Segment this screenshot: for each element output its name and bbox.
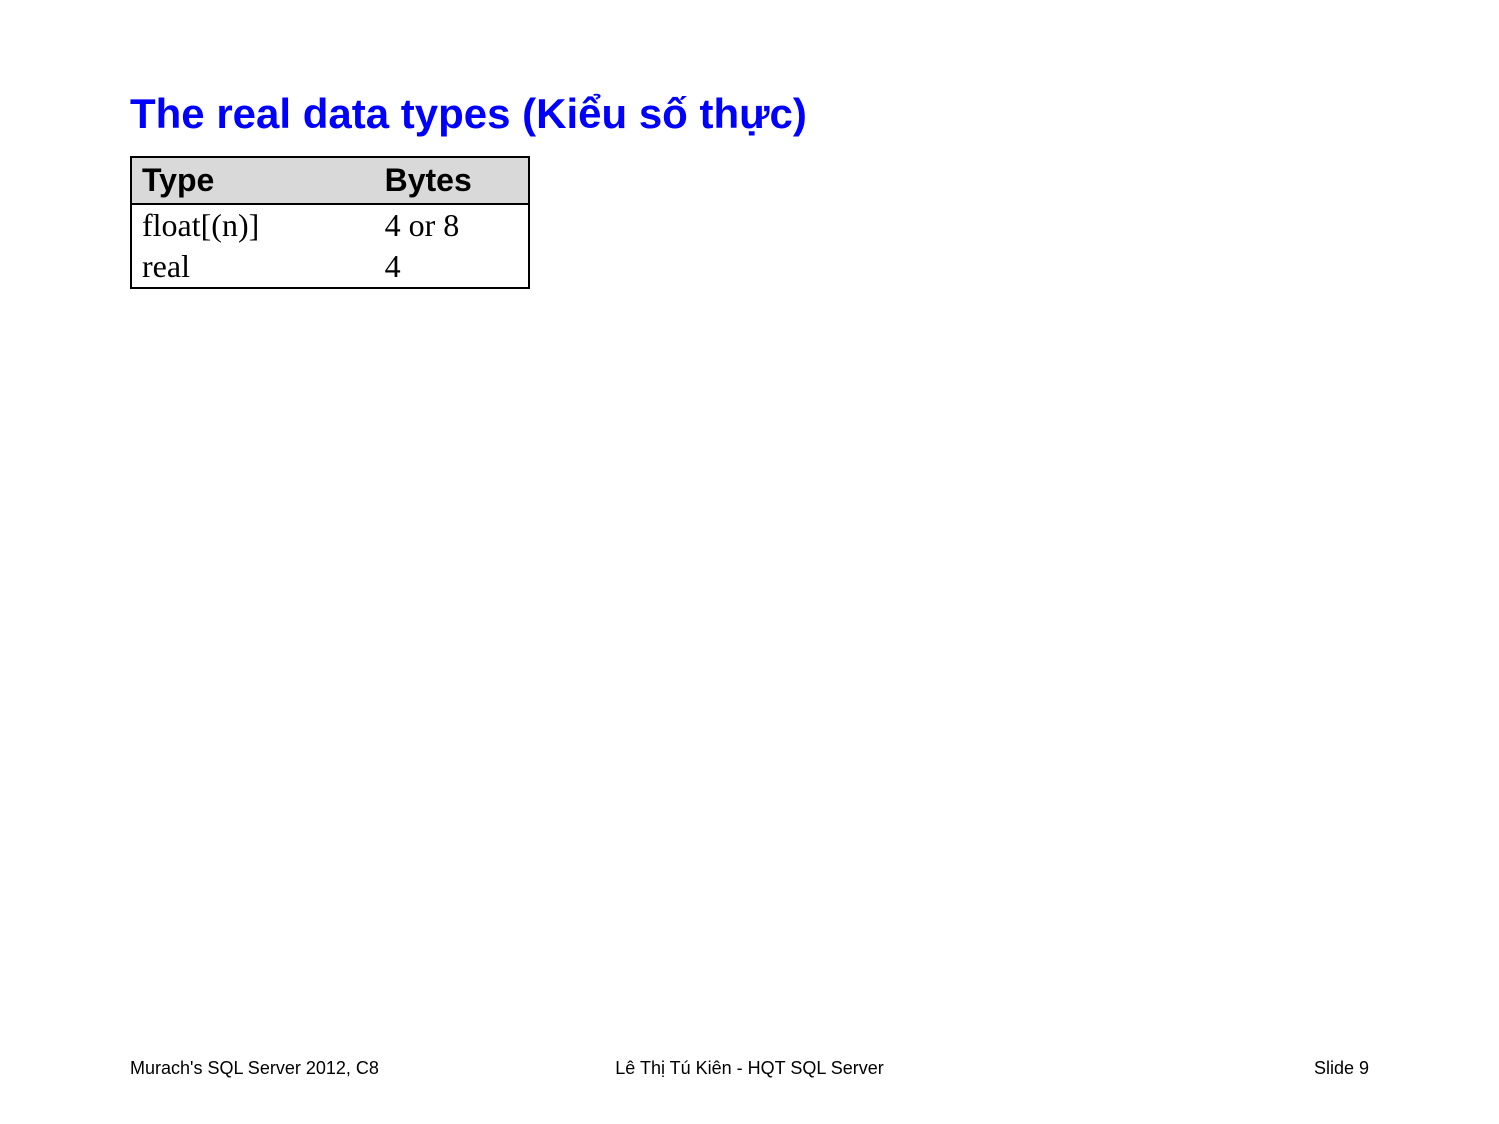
footer-center: Lê Thị Tú Kiên - HQT SQL Server [615, 1058, 883, 1079]
data-types-table: Type Bytes float[(n)] 4 or 8 real 4 [130, 156, 530, 289]
header-bytes: Bytes [375, 157, 529, 204]
slide-title: The real data types (Kiểu số thực) [130, 90, 1369, 138]
cell-type: float[(n)] [131, 204, 375, 246]
slide-footer: Murach's SQL Server 2012, C8 Lê Thị Tú K… [0, 1058, 1499, 1079]
slide: The real data types (Kiểu số thực) Type … [0, 0, 1499, 1124]
footer-left: Murach's SQL Server 2012, C8 [130, 1058, 379, 1079]
footer-right: Slide 9 [1314, 1058, 1369, 1079]
table-header-row: Type Bytes [131, 157, 529, 204]
cell-type: real [131, 246, 375, 288]
cell-bytes: 4 or 8 [375, 204, 529, 246]
header-type: Type [131, 157, 375, 204]
table-row: real 4 [131, 246, 529, 288]
table-row: float[(n)] 4 or 8 [131, 204, 529, 246]
cell-bytes: 4 [375, 246, 529, 288]
